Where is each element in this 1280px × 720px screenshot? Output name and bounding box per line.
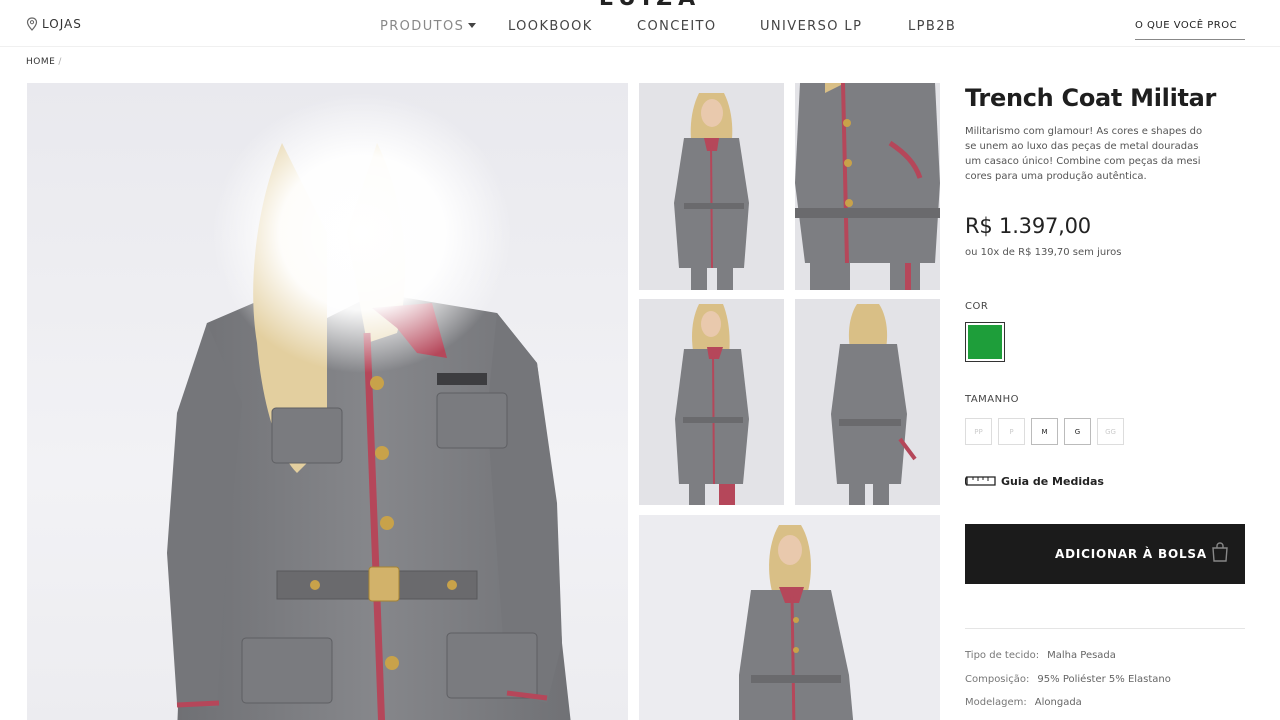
thumb-photo-5 — [639, 515, 940, 720]
brand-logo[interactable]: LUIZA BARCELOS — [520, 0, 780, 8]
product-description: Militarismo com glamour! As cores e shap… — [965, 124, 1240, 184]
thumbnail-back[interactable] — [795, 299, 940, 505]
nav-item-produtos[interactable]: PRODUTOS — [380, 19, 477, 34]
thumbnail-full-body[interactable] — [639, 515, 940, 720]
spec-composition: Composição: 95% Poliéster 5% Elastano — [965, 674, 1171, 685]
description-line: Militarismo com glamour! As cores e shap… — [965, 126, 1203, 137]
size-option-m[interactable]: M — [1031, 418, 1058, 445]
add-to-bag-label: ADICIONAR À BOLSA — [1055, 547, 1207, 561]
search-input[interactable]: O QUE VOCÊ PROC — [1135, 14, 1245, 40]
caret-down-icon — [468, 23, 477, 28]
description-line: se unem ao luxo das peças de metal doura… — [965, 141, 1199, 152]
thumbnail-front[interactable] — [639, 83, 784, 290]
description-line: cores para uma produção autêntica. — [965, 171, 1147, 182]
thumb-photo-1 — [639, 83, 784, 290]
add-to-bag-button[interactable]: ADICIONAR À BOLSA — [965, 524, 1245, 584]
shopping-bag-icon — [1212, 542, 1228, 562]
thumbnail-detail[interactable] — [795, 83, 940, 290]
spec-value: Malha Pesada — [1047, 650, 1116, 661]
size-selector: PP P M G GG — [965, 418, 1124, 445]
spec-fit: Modelagem: Alongada — [965, 697, 1082, 708]
spec-key: Tipo de tecido: — [965, 650, 1040, 661]
breadcrumb: HOME / — [26, 57, 62, 67]
thumbnail-side[interactable] — [639, 299, 784, 505]
header-divider — [0, 46, 1280, 47]
breadcrumb-home[interactable]: HOME — [26, 57, 55, 67]
color-swatch-green[interactable] — [965, 322, 1005, 362]
product-title: Trench Coat Militar — [965, 84, 1217, 112]
spec-key: Modelagem: — [965, 697, 1027, 708]
model-photo — [167, 93, 571, 720]
size-option-p[interactable]: P — [998, 418, 1025, 445]
stores-link[interactable]: LOJAS — [26, 17, 82, 31]
location-pin-icon — [26, 17, 38, 31]
specs-divider — [965, 628, 1245, 629]
size-guide-label: Guia de Medidas — [1001, 474, 1104, 488]
stores-label: LOJAS — [42, 17, 82, 31]
spec-value: 95% Poliéster 5% Elastano — [1037, 674, 1171, 685]
nav-item-conceito[interactable]: CONCEITO — [637, 19, 717, 34]
spec-key: Composição: — [965, 674, 1030, 685]
main-product-image[interactable] — [27, 83, 628, 720]
size-guide-link[interactable]: Guia de Medidas — [965, 474, 1104, 488]
ruler-icon — [965, 476, 996, 486]
product-price: R$ 1.397,00 — [965, 214, 1091, 238]
thumb-photo-4 — [795, 299, 940, 505]
spec-fabric: Tipo de tecido: Malha Pesada — [965, 650, 1116, 661]
nav-label-produtos: PRODUTOS — [380, 19, 465, 34]
nav-item-lookbook[interactable]: LOOKBOOK — [508, 19, 593, 34]
installments-text: ou 10x de R$ 139,70 sem juros — [965, 247, 1122, 258]
size-label: TAMANHO — [965, 394, 1020, 405]
color-label: COR — [965, 301, 989, 312]
spec-value: Alongada — [1034, 697, 1082, 708]
size-option-gg[interactable]: GG — [1097, 418, 1124, 445]
swatch-fill — [968, 325, 1002, 359]
nav-item-universo-lp[interactable]: UNIVERSO LP — [760, 19, 862, 34]
description-line: um casaco único! Combine com peças da me… — [965, 156, 1201, 167]
thumb-photo-2 — [795, 83, 940, 290]
thumb-photo-3 — [639, 299, 784, 505]
breadcrumb-separator: / — [58, 57, 62, 67]
size-option-g[interactable]: G — [1064, 418, 1091, 445]
nav-item-lpb2b[interactable]: LPB2B — [908, 19, 956, 34]
size-option-pp[interactable]: PP — [965, 418, 992, 445]
